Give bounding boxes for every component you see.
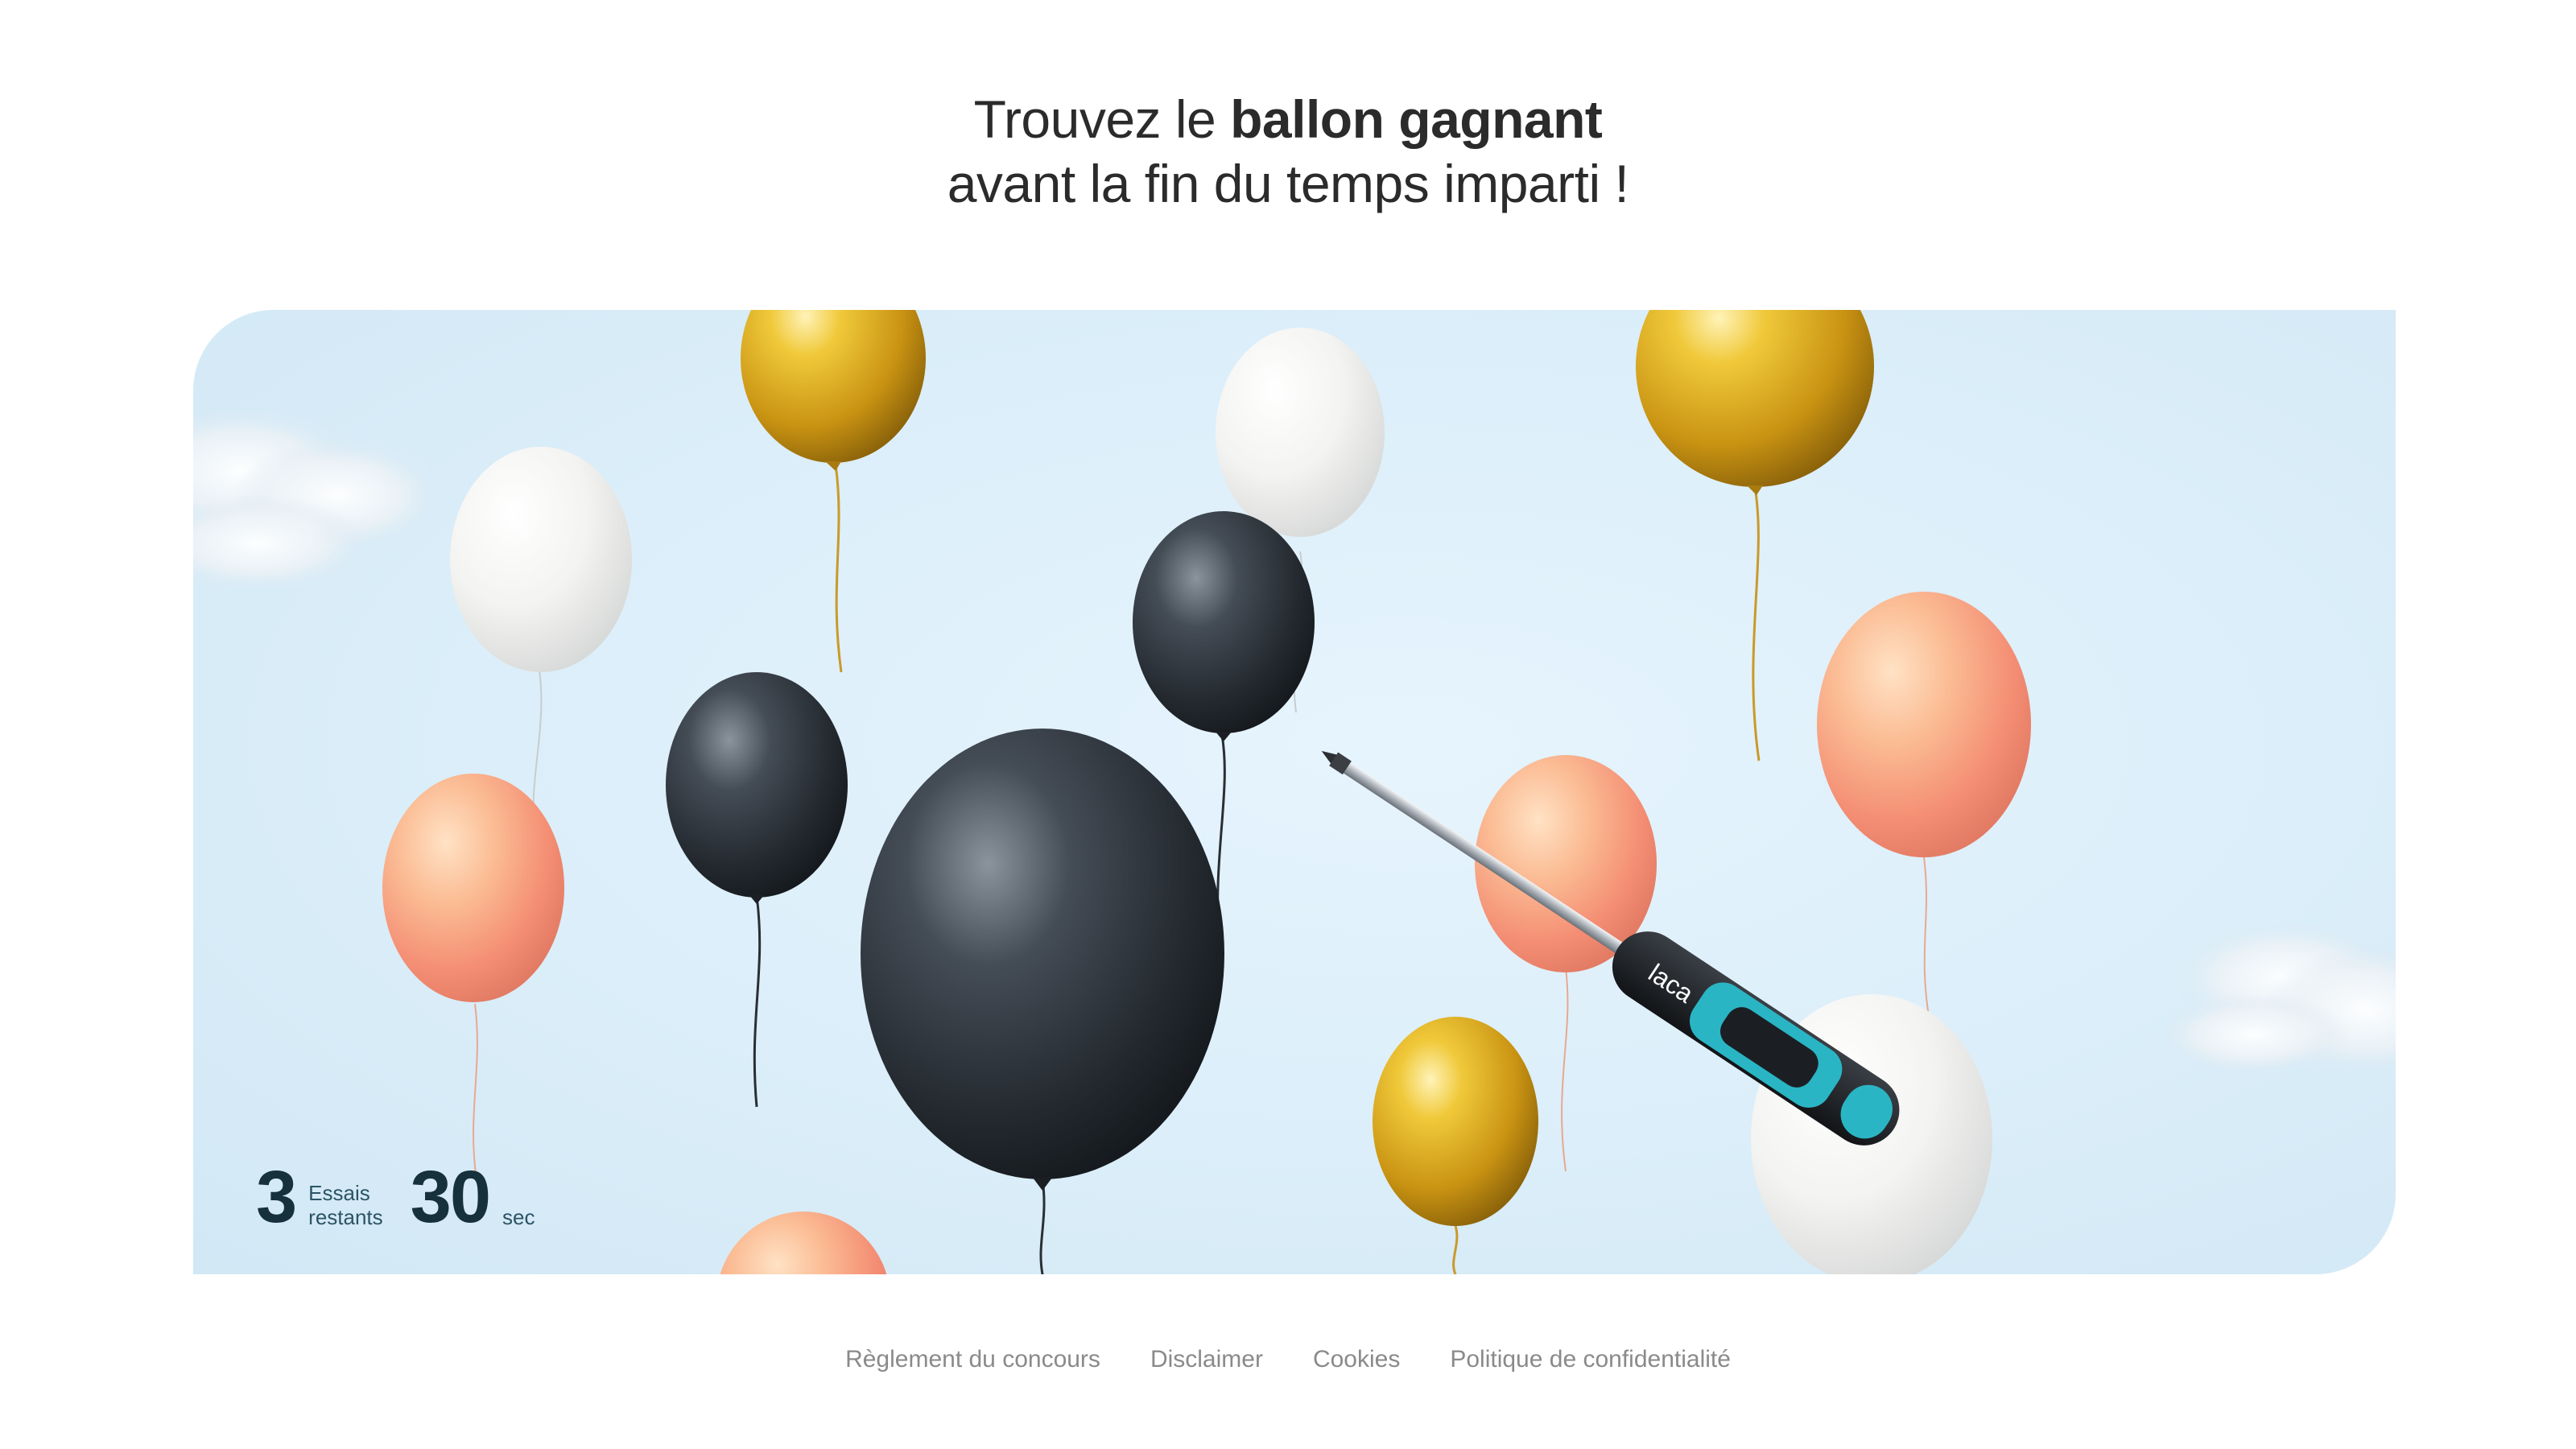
headline-line-1: Trouvez le ballon gagnant <box>973 89 1603 149</box>
cloud-left <box>193 407 443 592</box>
footer-link-cookies[interactable]: Cookies <box>1313 1346 1400 1373</box>
game-stage[interactable]: laca 3 Essais restants 30 sec <box>193 310 2396 1274</box>
tries-remaining-value: 3 <box>256 1156 297 1238</box>
timer-value: 30 <box>410 1156 491 1238</box>
footer-link-rules[interactable]: Règlement du concours <box>845 1346 1100 1373</box>
balloon-peach-4[interactable] <box>716 1212 890 1274</box>
cloud-right <box>2157 922 2396 1075</box>
tries-remaining-label: Essais restants <box>308 1181 383 1229</box>
balloon-black-3[interactable] <box>861 729 1224 1274</box>
footer-links: Règlement du concours Disclaimer Cookies… <box>0 1346 2576 1373</box>
game-counter: 3 Essais restants 30 sec <box>256 1146 535 1234</box>
balloon-gold-3[interactable] <box>1373 1017 1538 1274</box>
headline-emphasis: ballon gagnant <box>1230 89 1603 149</box>
balloon-peach-2[interactable] <box>382 774 564 1180</box>
balloon-black-2[interactable] <box>666 672 848 1108</box>
balloon-gold-1[interactable] <box>741 310 926 673</box>
footer-link-privacy[interactable]: Politique de confidentialité <box>1450 1346 1731 1373</box>
page-headline: Trouvez le ballon gagnant avant la fin d… <box>0 87 2576 216</box>
balloon-scene: laca <box>193 310 2396 1274</box>
headline-line-2: avant la fin du temps imparti ! <box>947 154 1629 213</box>
timer-unit: sec <box>502 1205 535 1229</box>
footer-link-disclaimer[interactable]: Disclaimer <box>1150 1346 1263 1373</box>
balloon-peach-1[interactable] <box>1817 592 2031 1035</box>
